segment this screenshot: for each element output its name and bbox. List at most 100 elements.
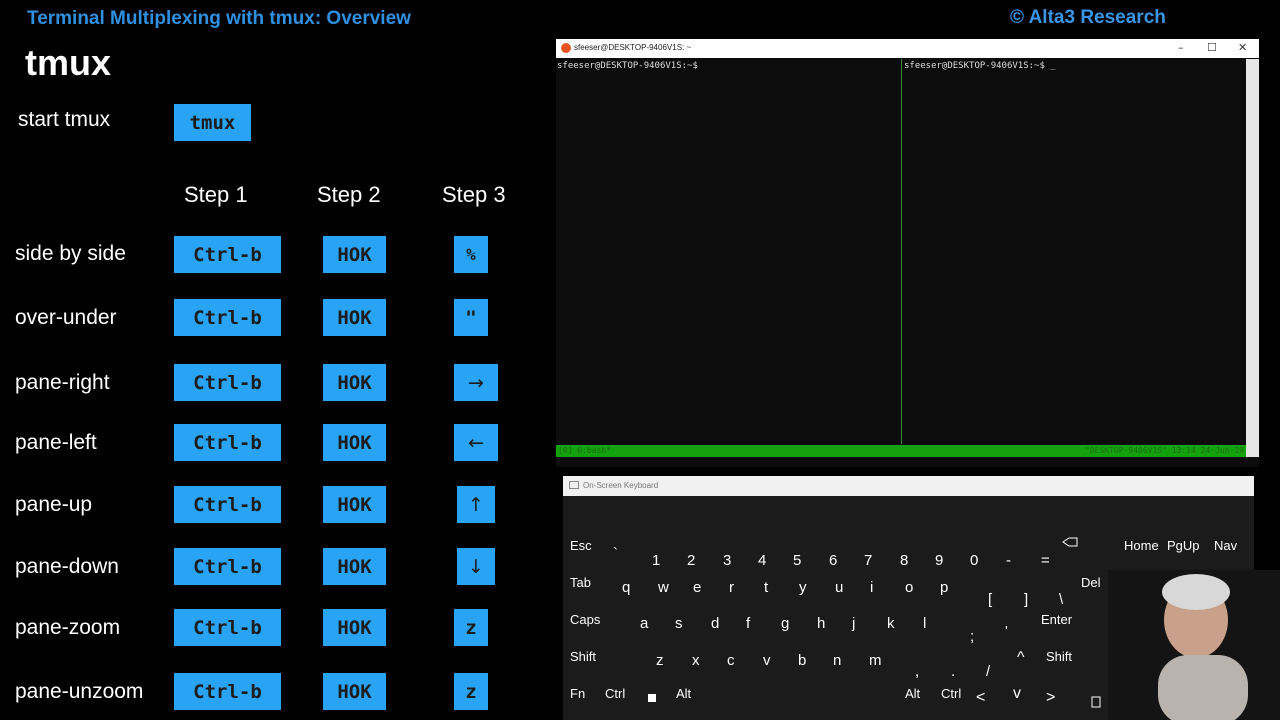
svg-text:j: j (851, 615, 855, 632)
svg-text:t: t (764, 579, 769, 596)
svg-text:/: / (986, 663, 991, 680)
terminal-window[interactable]: sfeeser@DESKTOP-9406V1S: ~ – ☐ ✕ sfeeser… (556, 39, 1259, 467)
svg-text:q: q (622, 579, 630, 596)
step-1-header: Step 1 (184, 182, 248, 207)
svg-text:z: z (656, 652, 664, 669)
row-label: pane-right (15, 371, 110, 394)
svg-text:e: e (693, 579, 701, 596)
svg-text:;: ; (970, 628, 974, 645)
row-label: pane-left (15, 431, 97, 454)
ctrl-b-key: Ctrl-b (174, 424, 281, 461)
svg-text:v: v (1013, 685, 1021, 702)
hok-key: HOK (323, 364, 386, 401)
svg-text:k: k (887, 615, 895, 632)
terminal-titlebar[interactable]: sfeeser@DESKTOP-9406V1S: ~ – ☐ ✕ (556, 39, 1259, 58)
ctrl-b-key: Ctrl-b (174, 486, 281, 523)
svg-text:Caps: Caps (570, 612, 601, 627)
percent-key: % (454, 236, 488, 273)
svg-text:s: s (675, 615, 683, 632)
arrow-left-key: ← (454, 424, 498, 461)
svg-text:.: . (951, 663, 955, 680)
right-pane-prompt[interactable]: sfeeser@DESKTOP-9406V1S:~$ _ (904, 61, 1056, 71)
row-label: pane-unzoom (15, 680, 144, 703)
step-3-header: Step 3 (442, 182, 506, 207)
backspace-icon (1062, 537, 1078, 547)
status-right: "DESKTOP-9406V1S" 13:14 24-Jun-19 (1085, 446, 1244, 455)
hok-key: HOK (323, 236, 386, 273)
status-left: [0] 0:bash* (558, 446, 611, 455)
svg-text:o: o (905, 579, 913, 596)
ctrl-b-key: Ctrl-b (174, 299, 281, 336)
ctrl-b-key: Ctrl-b (174, 548, 281, 585)
svg-text:>: > (1046, 689, 1055, 706)
esc-key: Esc (570, 538, 592, 553)
svg-text:n: n (833, 652, 841, 669)
ctrl-b-key: Ctrl-b (174, 364, 281, 401)
svg-text:,: , (915, 663, 919, 680)
row-label: pane-up (15, 493, 93, 516)
row-label: over-under (15, 306, 117, 329)
row-label: side by side (15, 242, 126, 265)
ctrl-b-key: Ctrl-b (174, 236, 281, 273)
svg-text:0: 0 (970, 552, 978, 569)
terminal-title: sfeeser@DESKTOP-9406V1S: ~ (574, 43, 692, 52)
svg-text:`: ` (613, 545, 618, 562)
svg-text:8: 8 (900, 552, 908, 569)
z-key: z (454, 673, 488, 710)
svg-text:Del: Del (1081, 575, 1101, 590)
svg-text:Shift: Shift (570, 649, 596, 664)
hok-key: HOK (323, 548, 386, 585)
row-label: pane-zoom (15, 616, 121, 639)
hok-key: HOK (323, 609, 386, 646)
quote-key: " (454, 299, 488, 336)
hok-key: HOK (323, 673, 386, 710)
svg-text:9: 9 (935, 552, 943, 569)
svg-text:^: ^ (1017, 649, 1025, 666)
arrow-right-key: → (454, 364, 498, 401)
maximize-button[interactable]: ☐ (1207, 41, 1217, 54)
svg-text:f: f (746, 615, 751, 632)
brand-label: © Alta3 Research (1010, 7, 1166, 28)
ubuntu-icon (561, 43, 571, 53)
close-button[interactable]: ✕ (1238, 41, 1247, 54)
svg-text:Enter: Enter (1041, 612, 1073, 627)
svg-text:w: w (657, 579, 669, 596)
svg-text:v: v (763, 652, 771, 669)
svg-text:b: b (798, 652, 806, 669)
page-title: tmux (25, 42, 112, 83)
presenter-video-svg (1158, 574, 1248, 720)
svg-text:6: 6 (829, 552, 837, 569)
left-pane-prompt[interactable]: sfeeser@DESKTOP-9406V1S:~$ (557, 61, 698, 71)
svg-text:p: p (940, 579, 948, 596)
svg-text:d: d (711, 615, 719, 632)
minimize-button[interactable]: – (1178, 41, 1184, 54)
svg-text:]: ] (1024, 591, 1028, 608)
svg-text:Alt: Alt (905, 686, 921, 701)
svg-text:y: y (799, 579, 807, 596)
svg-text:5: 5 (793, 552, 801, 569)
svg-text:g: g (781, 615, 789, 632)
svg-text:m: m (869, 652, 882, 669)
pane-divider (901, 59, 902, 444)
svg-text:\: \ (1059, 591, 1064, 608)
tmux-status-bar: [0] 0:bash* "DESKTOP-9406V1S" 13:14 24-J… (556, 445, 1246, 457)
svg-text:1: 1 (652, 552, 660, 569)
step-2-header: Step 2 (317, 182, 381, 207)
menu-icon (1091, 696, 1101, 708)
svg-text:<: < (976, 689, 985, 706)
svg-text:r: r (729, 579, 734, 596)
svg-text:Ctrl: Ctrl (941, 686, 961, 701)
svg-text:c: c (727, 652, 735, 669)
ctrl-b-key: Ctrl-b (174, 609, 281, 646)
svg-text:Alt: Alt (676, 686, 692, 701)
svg-text:Ctrl: Ctrl (605, 686, 625, 701)
svg-text:u: u (835, 579, 843, 596)
hok-key: HOK (323, 299, 386, 336)
row-label: pane-down (15, 555, 119, 578)
terminal-scrollbar[interactable] (1246, 59, 1259, 457)
svg-text:Nav: Nav (1214, 538, 1238, 553)
svg-text:3: 3 (723, 552, 731, 569)
windows-icon (648, 694, 656, 702)
arrow-up-key: ↑ (457, 486, 495, 523)
svg-text:l: l (923, 615, 926, 632)
